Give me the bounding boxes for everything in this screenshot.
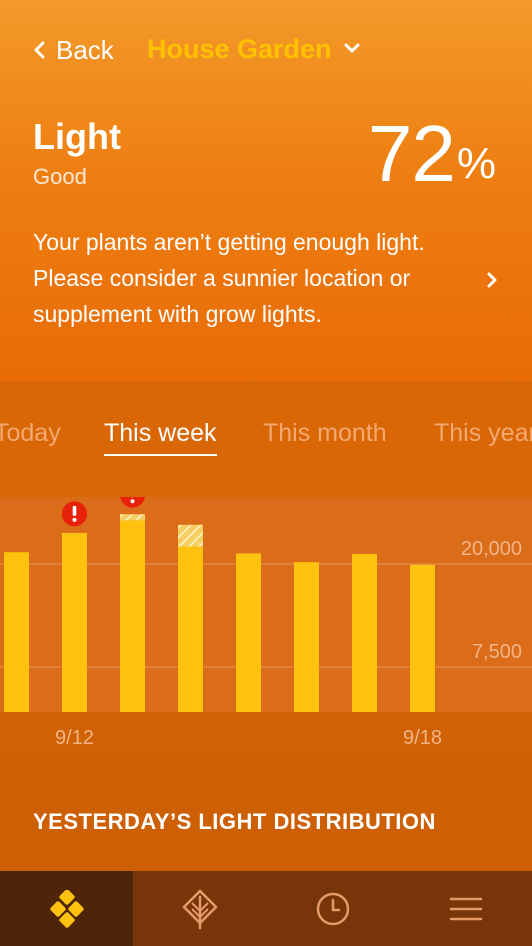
bar xyxy=(236,553,261,712)
sensor-diamond-icon xyxy=(49,889,84,928)
bar xyxy=(352,554,377,712)
metric-title: Light xyxy=(33,116,121,157)
garden-name: House Garden xyxy=(147,33,332,64)
metric-unit: % xyxy=(456,139,496,188)
chevron-right-icon[interactable] xyxy=(486,271,498,289)
warning-icon[interactable] xyxy=(120,497,145,508)
period-tabs: Today This week This month This year xyxy=(0,381,532,497)
light-chart: 20,000 7,500 9/12 9/18 xyxy=(0,497,532,757)
metric-status: Good xyxy=(33,164,87,189)
light-summary-panel: Back House Garden Light Good 72 % Your p… xyxy=(0,0,532,381)
tab-this-year[interactable]: This year xyxy=(434,419,532,448)
warning-icon[interactable] xyxy=(62,501,87,527)
nav-sensor[interactable] xyxy=(0,871,133,946)
y-tick-label: 20,000 xyxy=(461,538,522,560)
bar xyxy=(294,562,319,712)
bottom-nav xyxy=(0,871,532,946)
y-tick-label: 7,500 xyxy=(472,641,522,663)
x-tick-label: 9/12 xyxy=(55,727,94,749)
bar xyxy=(410,564,435,712)
bar-partial xyxy=(4,552,29,712)
metric-value: 72 % xyxy=(368,114,496,194)
hamburger-menu-icon xyxy=(449,897,482,920)
light-bar-chart: 20,000 7,500 9/12 9/18 xyxy=(0,497,532,749)
tab-today[interactable]: Today xyxy=(0,419,61,448)
chevron-left-icon xyxy=(34,41,45,59)
tab-this-week[interactable]: This week xyxy=(104,419,217,456)
nav-plants[interactable] xyxy=(133,871,266,946)
distribution-section: YESTERDAY’S LIGHT DISTRIBUTION xyxy=(0,757,532,871)
tab-this-month[interactable]: This month xyxy=(263,419,387,448)
chevron-down-icon xyxy=(344,43,360,53)
clock-icon xyxy=(316,892,349,925)
back-button[interactable]: Back xyxy=(32,34,114,66)
section-title: YESTERDAY’S LIGHT DISTRIBUTION xyxy=(33,809,436,834)
leaf-icon xyxy=(182,889,217,929)
bar xyxy=(120,520,145,712)
recommendation-text[interactable]: Your plants aren’t getting enough light.… xyxy=(33,224,473,332)
back-label: Back xyxy=(56,34,114,65)
bar xyxy=(62,532,87,712)
nav-history[interactable] xyxy=(266,871,399,946)
nav-menu[interactable] xyxy=(399,871,532,946)
garden-selector[interactable]: House Garden xyxy=(147,32,360,66)
bar-excess-hatch xyxy=(178,524,203,547)
metric-number: 72 xyxy=(367,109,456,198)
x-tick-label: 9/18 xyxy=(403,727,442,749)
bar xyxy=(178,546,203,712)
bar-excess-hatch xyxy=(120,514,145,521)
